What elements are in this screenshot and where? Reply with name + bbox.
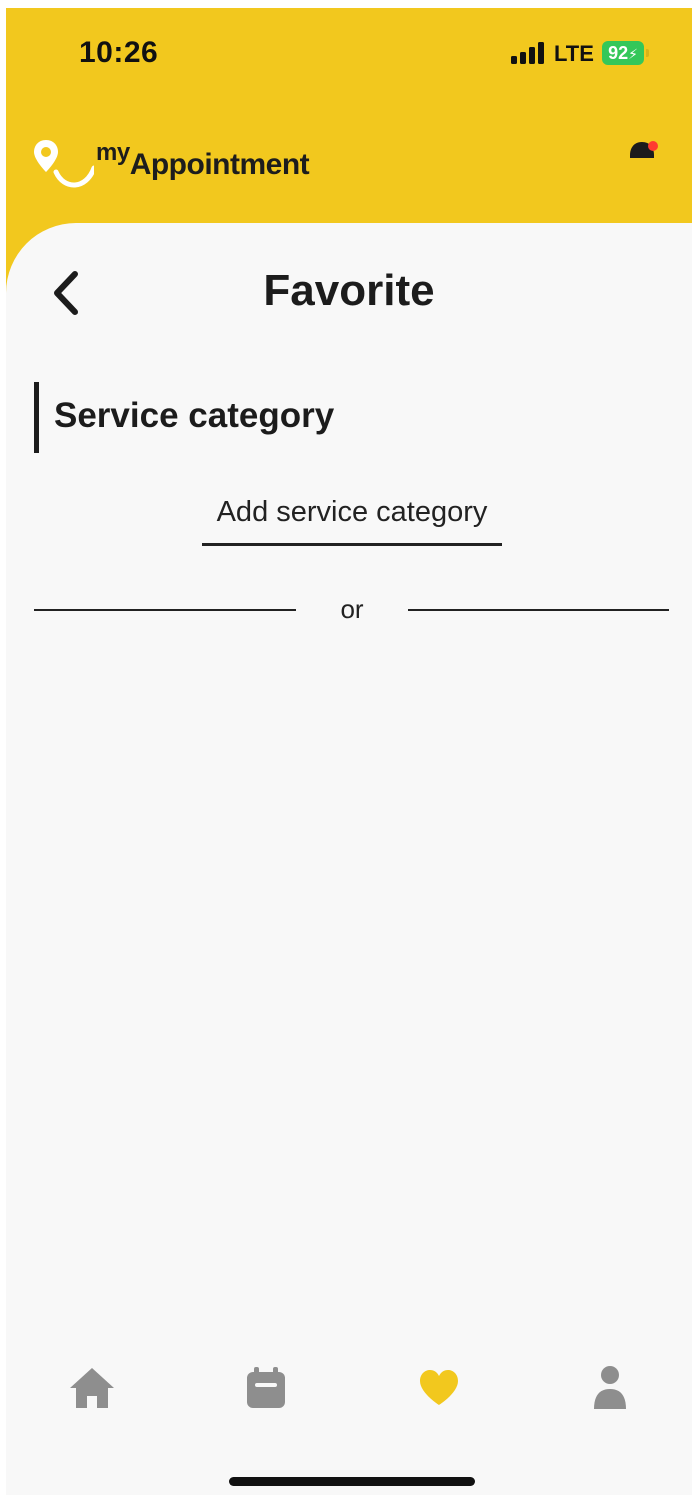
- location-pin-smile-icon: [34, 140, 97, 188]
- network-type: LTE: [554, 41, 594, 66]
- heart-icon: [420, 1370, 458, 1405]
- section-accent-bar: [34, 382, 39, 453]
- tab-appointments[interactable]: [236, 1358, 296, 1418]
- bottom-tab-bar: [6, 1358, 692, 1428]
- person-icon: [594, 1366, 626, 1409]
- calendar-icon: [247, 1367, 285, 1408]
- page-title: Favorite: [263, 266, 435, 315]
- tab-home[interactable]: [62, 1358, 122, 1418]
- divider-or-label: or: [340, 594, 364, 624]
- home-indicator[interactable]: [229, 1477, 475, 1486]
- battery-level: 92: [608, 43, 629, 63]
- status-bar: 10:26 LTE 92⚡: [6, 8, 692, 98]
- battery-nub: [646, 49, 649, 57]
- app-logo: myAppointment: [34, 126, 324, 198]
- battery-icon: 92⚡: [602, 41, 644, 65]
- divider-right: [408, 609, 669, 611]
- signal-strength-icon: [511, 42, 547, 64]
- tab-favorite[interactable]: [409, 1358, 469, 1418]
- logo-wordmark: myAppointment: [96, 139, 310, 182]
- section-title: Service category: [54, 396, 335, 435]
- notification-dot: [648, 141, 658, 151]
- status-time: 10:26: [79, 36, 159, 69]
- divider-left: [34, 609, 296, 611]
- home-icon: [70, 1368, 114, 1408]
- add-service-category-link[interactable]: Add service category: [202, 496, 502, 546]
- app-screen: 10:26 LTE 92⚡ myAppointment Favorite Ser…: [6, 8, 692, 1495]
- tab-profile[interactable]: [580, 1358, 640, 1418]
- logo-my: my: [96, 139, 130, 166]
- logo-brand: Appointment: [129, 148, 310, 181]
